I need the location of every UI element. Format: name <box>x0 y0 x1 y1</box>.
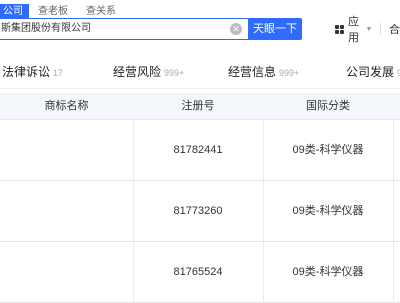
reg-no-cell: 81765524 <box>173 266 223 278</box>
column-divider <box>393 242 394 302</box>
nav-item-count: 999+ <box>279 68 300 78</box>
apps-menu[interactable]: 应用 ▼ 合 <box>335 16 400 44</box>
table-row[interactable]: 81773260 09类-科学仪器 <box>0 181 400 242</box>
trademark-name-cell <box>0 120 133 180</box>
column-divider <box>393 181 394 241</box>
clear-icon[interactable]: ✕ <box>230 23 242 35</box>
nav-item-label: 经营风险 <box>113 65 162 79</box>
class-cell: 09类-科学仪器 <box>292 205 364 217</box>
reg-no-cell: 81782441 <box>173 144 223 156</box>
table-row[interactable]: 81765524 09类-科学仪器 <box>0 242 400 303</box>
divider <box>380 23 381 35</box>
section-nav: 法律诉讼 17 经营风险 999+ 经营信息 999+ 公司发展 9 <box>0 56 400 89</box>
class-cell: 09类-科学仪器 <box>292 144 364 156</box>
nav-item-risk[interactable]: 经营风险 999+ <box>113 56 184 88</box>
nav-item-business-info[interactable]: 经营信息 999+ <box>228 56 299 88</box>
nav-item-legal[interactable]: 法律诉讼 17 <box>2 56 63 88</box>
nav-item-label: 公司发展 <box>346 65 395 79</box>
top-bar: 公司 查老板 查关系 斯集团股份有限公司 ✕ 天眼一下 应用 ▼ 合 <box>0 0 400 55</box>
reg-no-cell: 81773260 <box>173 205 223 217</box>
column-header-class: 国际分类 <box>306 100 350 112</box>
chevron-down-icon: ▼ <box>365 25 373 33</box>
trademark-table: 商标名称 注册号 国际分类 81782441 09类-科学仪器 81773260… <box>0 93 400 303</box>
partner-link[interactable]: 合 <box>389 21 400 37</box>
trademark-name-cell <box>0 181 133 241</box>
nav-item-count: 999+ <box>164 68 185 78</box>
search-input-value: 斯集团股份有限公司 <box>1 23 91 34</box>
nav-item-label: 法律诉讼 <box>2 65 51 79</box>
column-header-name: 商标名称 <box>44 100 89 112</box>
trademark-name-cell <box>0 242 133 302</box>
nav-item-development[interactable]: 公司发展 9 <box>346 56 400 88</box>
table-header: 商标名称 注册号 国际分类 <box>0 93 400 120</box>
nav-item-label: 经营信息 <box>228 65 277 79</box>
column-header-reg-no: 注册号 <box>181 100 215 112</box>
nav-item-count: 17 <box>53 68 64 78</box>
search-input[interactable]: 斯集团股份有限公司 ✕ <box>0 18 248 40</box>
search-button[interactable]: 天眼一下 <box>248 18 302 40</box>
apps-grid-icon <box>335 24 344 34</box>
class-cell: 09类-科学仪器 <box>292 266 364 278</box>
table-row[interactable]: 81782441 09类-科学仪器 <box>0 120 400 181</box>
column-divider <box>393 120 394 180</box>
apps-label: 应用 <box>348 16 359 44</box>
